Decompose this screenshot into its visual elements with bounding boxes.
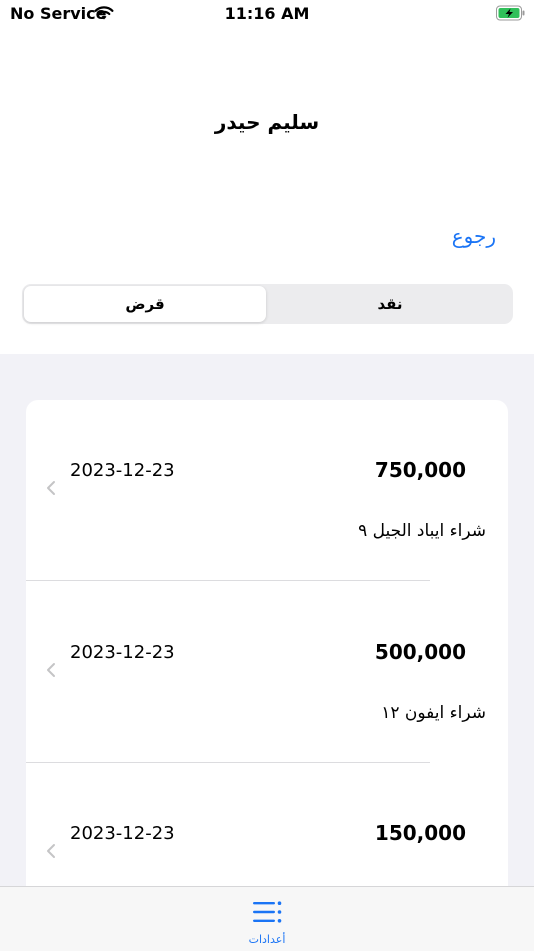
transactions-card: 750,000 2023-12-23 شراء ايباد الجيل ٩ 50… bbox=[26, 400, 508, 887]
chevron-left-icon bbox=[47, 481, 55, 495]
transaction-description: شراء ايباد الجيل ٩ bbox=[358, 521, 486, 541]
transaction-amount: 500,000 bbox=[374, 640, 466, 664]
transaction-row[interactable]: 750,000 2023-12-23 شراء ايباد الجيل ٩ bbox=[26, 400, 508, 581]
transaction-row[interactable]: 500,000 2023-12-23 شراء ايفون ١٢ bbox=[26, 582, 508, 763]
transaction-date: 2023-12-23 bbox=[70, 823, 175, 844]
transactions-list: 750,000 2023-12-23 شراء ايباد الجيل ٩ 50… bbox=[0, 354, 534, 887]
list-settings-icon bbox=[253, 901, 282, 923]
page-title: سليم حيدر bbox=[214, 110, 320, 134]
transaction-amount: 150,000 bbox=[374, 821, 466, 845]
row-divider bbox=[26, 580, 430, 581]
transaction-description: شراء ايفون ١٢ bbox=[381, 703, 486, 723]
clock: 11:16 AM bbox=[224, 4, 310, 23]
segmented-control: قرض نقد bbox=[22, 284, 513, 324]
battery-charging-icon bbox=[496, 5, 525, 21]
transaction-date: 2023-12-23 bbox=[70, 642, 175, 663]
tab-settings-label: أعدادات bbox=[248, 933, 286, 946]
chevron-left-icon bbox=[47, 844, 55, 858]
segment-loan[interactable]: قرض bbox=[24, 286, 266, 322]
back-button[interactable]: رجوع bbox=[452, 224, 496, 248]
transaction-row[interactable]: 150,000 2023-12-23 bbox=[26, 763, 508, 887]
segment-cash[interactable]: نقد bbox=[269, 286, 511, 322]
chevron-left-icon bbox=[47, 663, 55, 677]
transaction-amount: 750,000 bbox=[374, 458, 466, 482]
status-bar: No Service 11:16 AM bbox=[0, 0, 534, 30]
tab-bar: أعدادات bbox=[0, 886, 534, 951]
transaction-date: 2023-12-23 bbox=[70, 460, 175, 481]
tab-settings[interactable]: أعدادات bbox=[227, 895, 307, 947]
